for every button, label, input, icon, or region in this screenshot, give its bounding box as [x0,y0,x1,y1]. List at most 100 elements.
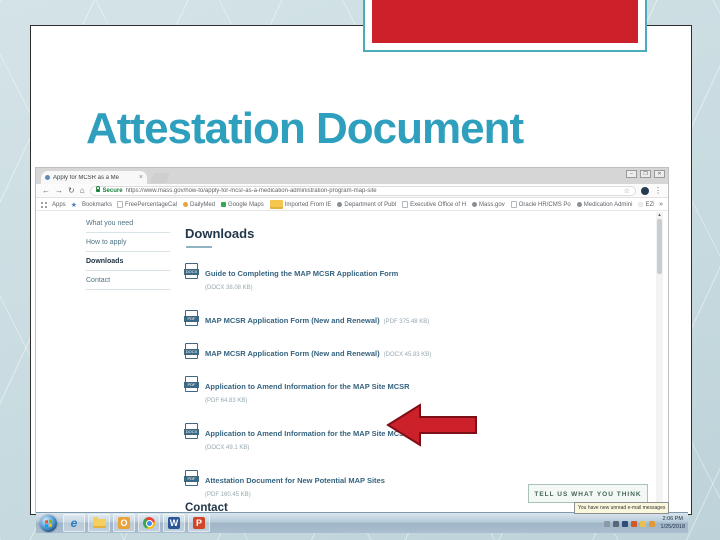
file-size: (PDF 375.48 KB) [383,319,430,325]
minimize-icon[interactable]: – [626,170,637,178]
bookmarks-star-icon[interactable]: ★ [71,201,77,209]
bookmark-label: EZDriveMA [645,201,654,208]
browser-menu-icon[interactable]: ⋮ [654,186,662,195]
taskbar-internet-explorer-icon[interactable]: e [63,514,85,532]
file-size: (DOCX 49.1 KB) [205,445,250,451]
bookmark-item[interactable]: Medication Admini [576,202,632,208]
download-item: PDF Application to Amend Information for … [184,376,640,404]
file-docx-icon: DOCX [184,343,199,359]
windows-flag-icon [45,519,53,528]
reload-icon[interactable]: ↻ [68,186,75,196]
address-bar[interactable]: Secure https://www.mass.gov/how-to/apply… [89,185,636,196]
tray-status-icon[interactable] [639,520,646,527]
bookmark-item[interactable]: Department of Publ [337,202,396,208]
download-item: DOCX Guide to Completing the MAP MCSR App… [184,263,640,291]
taskbar-apps: e O WP [63,514,210,532]
sidebar-nav: What you need How to apply Downloads Contac… [86,214,170,290]
window-controls: – ❐ ✕ [626,170,665,178]
bookmark-item[interactable]: EZDriveMA [638,202,654,208]
download-text: Application to Amend Information for the… [205,376,410,404]
apps-grid-icon[interactable] [41,201,47,208]
bookmark-label: Imported From IE [284,201,332,208]
bookmark-item[interactable]: Mass.gov [472,202,505,208]
file-size: (PDF 64.83 KB) [205,398,248,404]
taskbar-outlook-icon[interactable]: O [113,514,135,532]
download-link[interactable]: Application to Amend Information for the… [205,382,410,391]
file-type-label: DOCX [184,349,199,355]
download-link[interactable]: MAP MCSR Application Form (New and Renew… [205,316,380,325]
word-icon: W [168,517,180,529]
taskbar-word-icon[interactable]: W [163,514,185,532]
page-icon [116,201,123,208]
scrollbar-up-icon[interactable]: ▴ [656,212,663,218]
tab-title: Apply for MCSR as a Me [53,174,120,181]
downloads-list: DOCX Guide to Completing the MAP MCSR App… [184,263,640,512]
map-icon [221,202,227,207]
scrollbar-thumb[interactable] [657,219,662,274]
bookmark-item[interactable]: Imported From IE [269,200,332,209]
downloads-section: Downloads DOCX Guide to Completing the MA… [184,226,640,512]
download-link[interactable]: Attestation Document for New Potential M… [205,476,385,485]
new-tab-button[interactable] [150,173,170,183]
start-button[interactable] [40,515,57,532]
tray-status-icon[interactable] [630,520,637,527]
feedback-button[interactable]: TELL US WHAT YOU THINK [528,484,648,503]
tab-favicon-icon [45,175,50,180]
bookmark-label: Oracle HR/CMS Po [518,201,571,208]
maximize-icon[interactable]: ❐ [640,170,651,178]
clock-date: 1/25/2018 [660,523,685,530]
tray-status-icon[interactable] [621,520,628,527]
tray-status-icon[interactable] [603,520,610,527]
browser-tab[interactable]: Apply for MCSR as a Me × [41,171,147,184]
file-size: (DOCX 38.08 KB) [205,285,253,291]
file-type-label: PDF [184,316,199,322]
bookmarks-bar: Apps ★ Bookmarks FreePercentageCal DailyM… [36,199,668,211]
sidebar-item-downloads[interactable]: Downloads [86,252,170,271]
taskbar-explorer-folder-icon[interactable] [88,514,110,532]
sidebar-item-what-you-need[interactable]: What you need [86,214,170,233]
download-link[interactable]: Application to Amend Information for the… [205,429,410,438]
tray-status-icon[interactable] [612,520,619,527]
download-link[interactable]: Guide to Completing the MAP MCSR Applica… [205,269,398,278]
outlook-icon: O [118,517,130,529]
bookmark-item[interactable]: DailyMed [183,202,215,208]
apps-label[interactable]: Apps [52,202,66,208]
lock-icon [95,186,101,192]
bookmark-item[interactable]: Executive Office of H [402,201,466,208]
bookmark-item[interactable]: FreePercentageCal [116,201,177,208]
bookmark-label: Executive Office of H [410,201,467,208]
close-icon[interactable]: ✕ [654,170,665,178]
heading-underline [186,246,212,248]
slide: Attestation Document Apply for MCSR as a… [0,0,720,540]
bookmark-item[interactable]: Google Maps [221,202,264,208]
taskbar-chrome-icon[interactable] [138,514,160,532]
tab-close-icon[interactable]: × [139,174,143,181]
file-type-label: PDF [184,382,199,388]
sidebar-item-contact[interactable]: Contact [86,271,170,290]
profile-avatar-icon[interactable] [641,186,649,195]
file-size: (DOCX 45.83 KB) [383,352,432,358]
bookmark-items: FreePercentageCal DailyMed Google Maps Impo… [116,200,654,209]
back-icon[interactable]: ← [42,186,50,196]
blank-icon [638,202,644,207]
page-scrollbar[interactable]: ▴ [656,212,663,512]
globe-icon [183,202,189,207]
bookmark-item[interactable]: Oracle HR/CMS Po [510,201,571,208]
bookmark-label: Mass.gov [479,201,505,208]
globe-icon [472,202,478,207]
forward-icon[interactable]: → [55,186,63,196]
red-banner-fill [372,0,638,43]
bookmarks-overflow-icon[interactable]: » [659,201,663,208]
file-docx-icon: DOCX [184,423,199,439]
tray-icons [603,520,655,527]
taskbar-clock[interactable]: 2:06 PM 1/25/2018 [661,516,685,531]
sidebar-item-how-to-apply[interactable]: How to apply [86,233,170,252]
contact-heading: Contact [185,502,228,512]
home-icon[interactable]: ⌂ [80,186,85,196]
tray-status-icon[interactable] [648,520,655,527]
bookmark-star-icon[interactable]: ☆ [624,187,630,195]
bookmarks-label[interactable]: Bookmarks [82,202,112,208]
download-link[interactable]: MAP MCSR Application Form (New and Renew… [205,349,380,358]
page-icon [402,201,409,208]
taskbar-powerpoint-icon[interactable]: P [188,514,210,532]
